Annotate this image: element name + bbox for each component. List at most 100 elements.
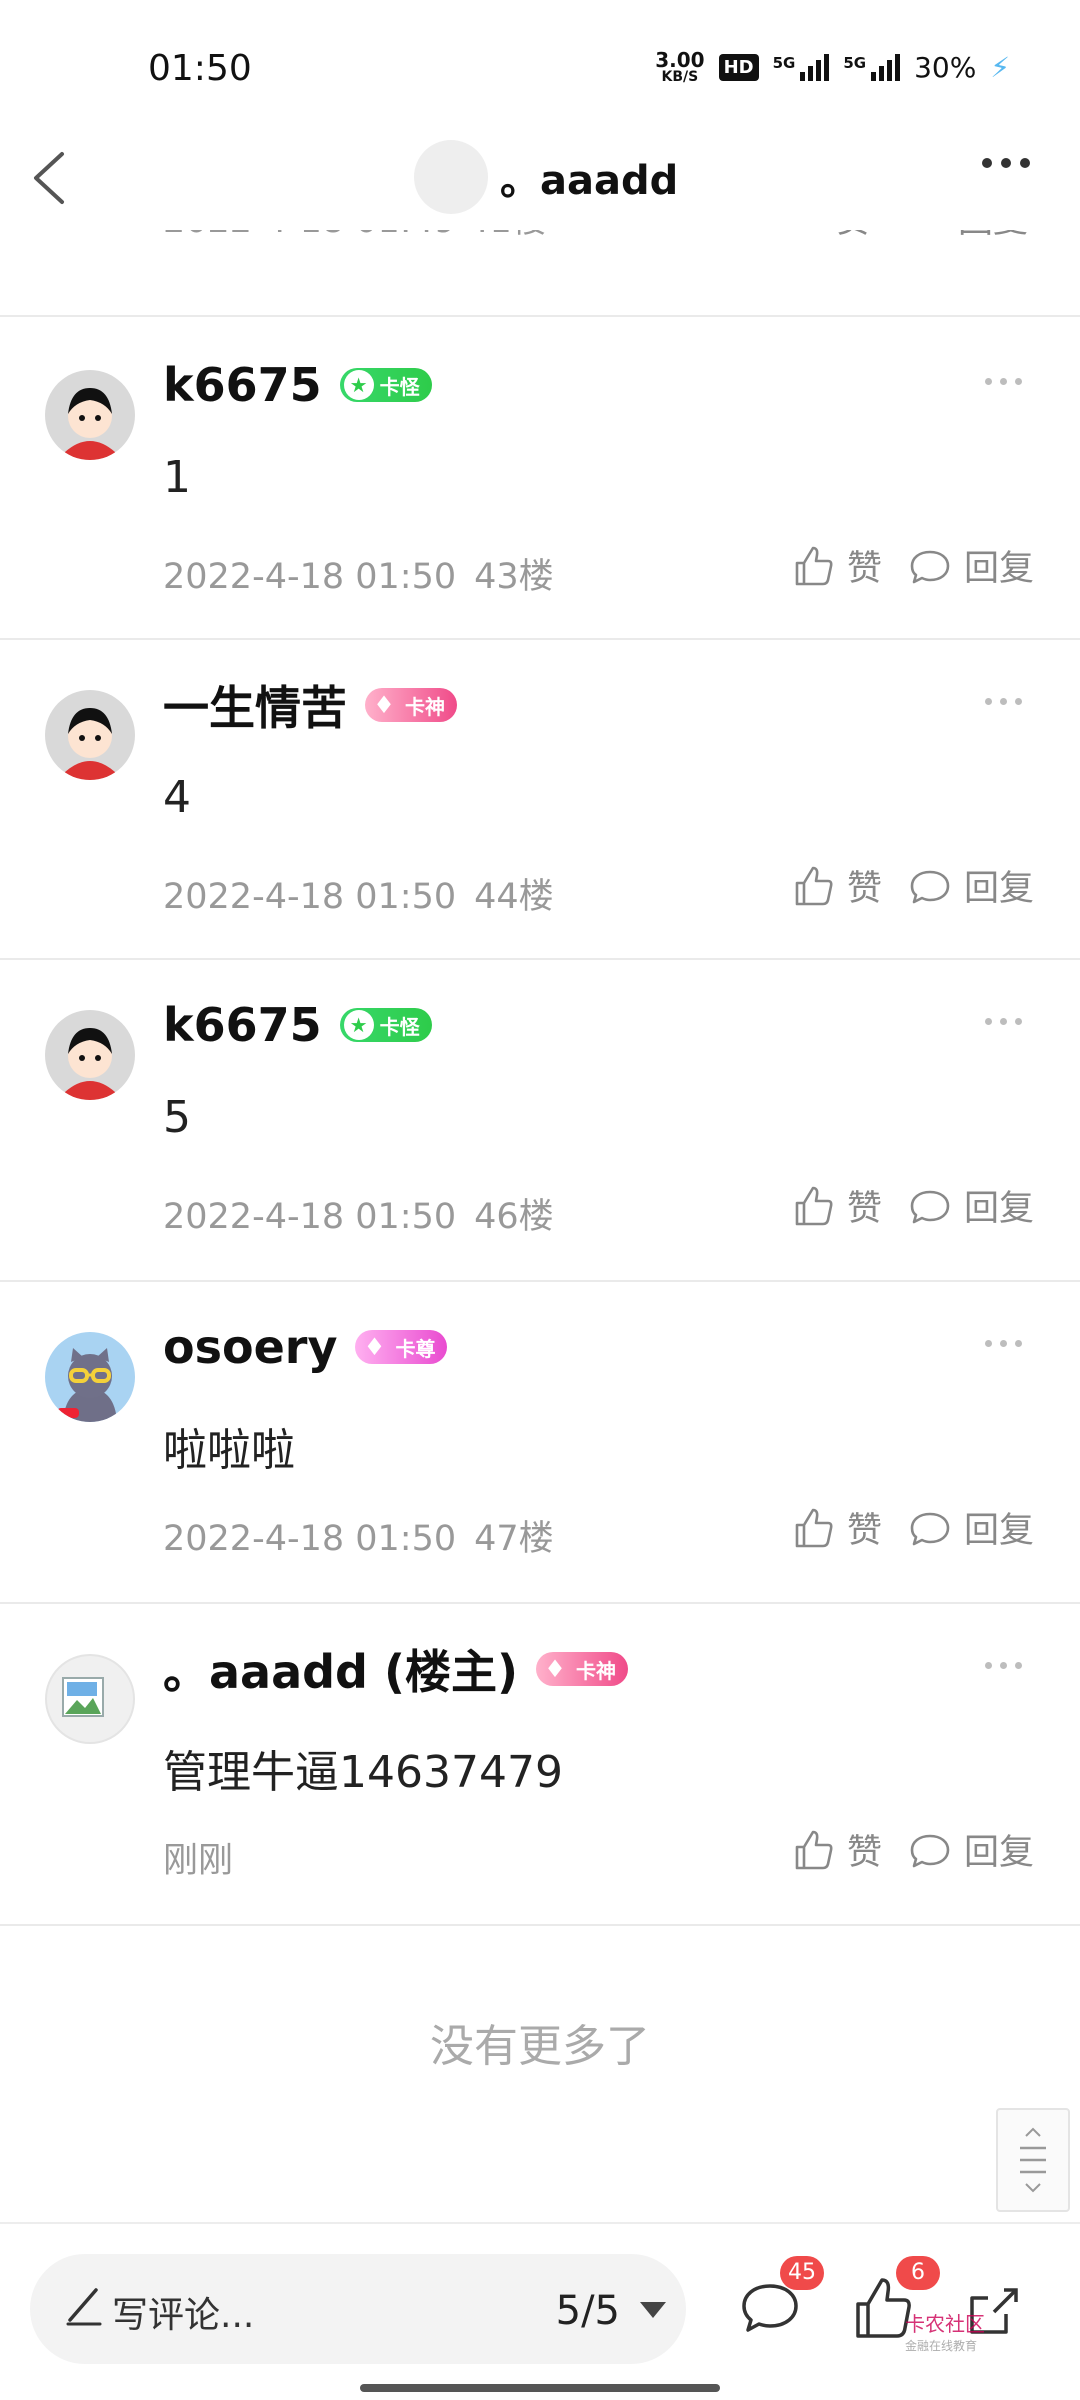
level-badge: ★ 卡怪 bbox=[339, 1008, 432, 1042]
post-item: 。aaadd (楼主) ♦ 卡神 管理牛逼14637479 刚刚 赞 回复 bbox=[0, 1604, 1080, 1924]
reply-label: 回复 bbox=[963, 1833, 1034, 1873]
username-row: k6675 ★ 卡怪 bbox=[163, 350, 432, 420]
star-icon: ★ bbox=[343, 370, 374, 400]
comment-placeholder: 写评论... bbox=[112, 2295, 255, 2336]
avatar[interactable] bbox=[45, 1010, 135, 1100]
reply-button[interactable]: 回复 bbox=[908, 860, 1034, 911]
avatar[interactable] bbox=[45, 690, 135, 780]
like-label: 赞 bbox=[846, 1833, 882, 1873]
avatar[interactable] bbox=[45, 370, 135, 460]
post-more-button[interactable] bbox=[985, 378, 1022, 385]
reply-label: 回复 bbox=[963, 869, 1034, 909]
username[interactable]: k6675 bbox=[163, 358, 322, 412]
reply-label: 回复 bbox=[963, 1189, 1034, 1229]
reply-button[interactable]: 回复 bbox=[908, 1502, 1034, 1553]
post-actions: 赞 回复 bbox=[791, 540, 1034, 591]
like-label: 赞 bbox=[846, 869, 882, 909]
floor-jump-button[interactable] bbox=[996, 2108, 1070, 2212]
like-label: 赞 bbox=[846, 549, 882, 589]
post-meta: 2022-4-18 01:49 41楼 bbox=[163, 230, 547, 243]
level-badge: ♦ 卡神 bbox=[536, 1652, 629, 1686]
like-button[interactable]: 赞 bbox=[835, 230, 870, 243]
comment-input[interactable]: 写评论... 5/5 bbox=[30, 2254, 686, 2364]
badge-label: 卡尊 bbox=[395, 1336, 436, 1361]
thumbs-up-icon bbox=[795, 1830, 833, 1869]
clipped-post-row: 2022-4-18 01:49 41楼 赞 回复 bbox=[0, 230, 1080, 315]
watermark-title: 卡农社区 bbox=[905, 2312, 985, 2336]
comment-bubble-icon bbox=[910, 870, 950, 903]
username-row: 一生情苦 ♦ 卡神 bbox=[163, 670, 457, 740]
post-date: 2022-4-18 01:50 bbox=[163, 557, 457, 597]
post-item: osoery ♦ 卡尊 啦啦啦 2022-4-18 01:50 47楼 赞 回复 bbox=[0, 1282, 1080, 1602]
reply-label: 回复 bbox=[963, 549, 1034, 589]
charging-icon: ⚡ bbox=[990, 50, 1010, 84]
no-more-text: 没有更多了 bbox=[430, 2021, 650, 2072]
username[interactable]: 。aaadd (楼主) bbox=[163, 1636, 518, 1702]
post-floor: 43楼 bbox=[474, 557, 554, 597]
username[interactable]: osoery bbox=[163, 1320, 337, 1374]
post-floor: 44楼 bbox=[474, 877, 554, 917]
comment-bubble-icon bbox=[910, 1190, 950, 1223]
post-date: 2022-4-18 01:50 bbox=[163, 1197, 457, 1237]
divider bbox=[0, 1924, 1080, 1926]
reply-button[interactable]: 回复 bbox=[958, 230, 1028, 243]
post-more-button[interactable] bbox=[985, 1662, 1022, 1669]
comment-count-badge: 45 bbox=[780, 2256, 824, 2290]
speed-value: 3.00 bbox=[655, 48, 705, 72]
post-content: 5 bbox=[163, 1092, 191, 1143]
avatar[interactable] bbox=[45, 1654, 135, 1744]
username[interactable]: k6675 bbox=[163, 998, 322, 1052]
post-content: 1 bbox=[163, 452, 191, 503]
thread-author[interactable]: 。aaadd bbox=[414, 140, 678, 214]
like-button[interactable]: 赞 bbox=[791, 860, 882, 911]
avatar[interactable] bbox=[45, 1332, 135, 1422]
like-button[interactable]: 赞 bbox=[791, 1180, 882, 1231]
thumbs-up-icon bbox=[795, 1508, 833, 1547]
username[interactable]: 一生情苦 bbox=[163, 672, 347, 738]
reply-button[interactable]: 回复 bbox=[908, 1824, 1034, 1875]
page-title: 。aaadd bbox=[500, 158, 679, 204]
status-bar: 01:50 3.00 KB/S HD 5G 5G 30% ⚡ bbox=[0, 0, 1080, 130]
post-more-button[interactable] bbox=[985, 698, 1022, 705]
network-type-label-2: 5G bbox=[843, 53, 867, 72]
signal-icon-2: 5G bbox=[843, 53, 901, 81]
signal-icon: 5G bbox=[772, 53, 830, 81]
comment-bubble-icon bbox=[910, 1512, 950, 1545]
scroll-handle-icon bbox=[1020, 2127, 1046, 2193]
page-selector[interactable]: 5/5 bbox=[556, 2288, 620, 2334]
star-icon: ★ bbox=[343, 1010, 374, 1040]
home-indicator[interactable] bbox=[360, 2384, 720, 2392]
back-button[interactable] bbox=[28, 148, 78, 208]
network-type-label: 5G bbox=[772, 53, 796, 72]
comment-bubble-icon bbox=[910, 1834, 950, 1867]
cartoon-avatar-icon bbox=[45, 1010, 135, 1100]
more-options-button[interactable] bbox=[982, 158, 1030, 168]
post-floor: 47楼 bbox=[474, 1519, 554, 1559]
level-badge: ♦ 卡神 bbox=[365, 688, 457, 722]
reply-button[interactable]: 回复 bbox=[908, 540, 1034, 591]
cartoon-avatar-icon bbox=[45, 370, 135, 460]
nav-header: 。aaadd bbox=[0, 130, 1080, 230]
like-label: 赞 bbox=[846, 1189, 882, 1229]
post-more-button[interactable] bbox=[985, 1018, 1022, 1025]
like-count-badge: 6 bbox=[896, 2256, 940, 2290]
post-more-button[interactable] bbox=[985, 1340, 1022, 1347]
post-content: 啦啦啦 bbox=[163, 1425, 295, 1476]
comments-button[interactable]: 45 bbox=[720, 2254, 824, 2354]
post-meta: 刚刚 bbox=[163, 1832, 233, 1883]
like-button[interactable]: 赞 bbox=[791, 540, 882, 591]
battery-level: 30% bbox=[914, 50, 977, 84]
status-time: 01:50 bbox=[148, 48, 252, 89]
like-button[interactable]: 赞 bbox=[791, 1824, 882, 1875]
reply-label: 回复 bbox=[963, 1511, 1034, 1551]
reply-button[interactable]: 回复 bbox=[908, 1180, 1034, 1231]
post-date: 刚刚 bbox=[163, 1841, 234, 1881]
level-badge: ★ 卡怪 bbox=[339, 368, 432, 402]
post-content: 4 bbox=[163, 772, 191, 823]
username-row: k6675 ★ 卡怪 bbox=[163, 990, 432, 1060]
post-date: 2022-4-18 01:50 bbox=[163, 1519, 457, 1559]
like-button[interactable]: 赞 bbox=[791, 1502, 882, 1553]
caret-down-icon[interactable] bbox=[640, 2302, 666, 2318]
broken-image-icon bbox=[62, 1677, 104, 1717]
badge-label: 卡神 bbox=[405, 694, 445, 719]
